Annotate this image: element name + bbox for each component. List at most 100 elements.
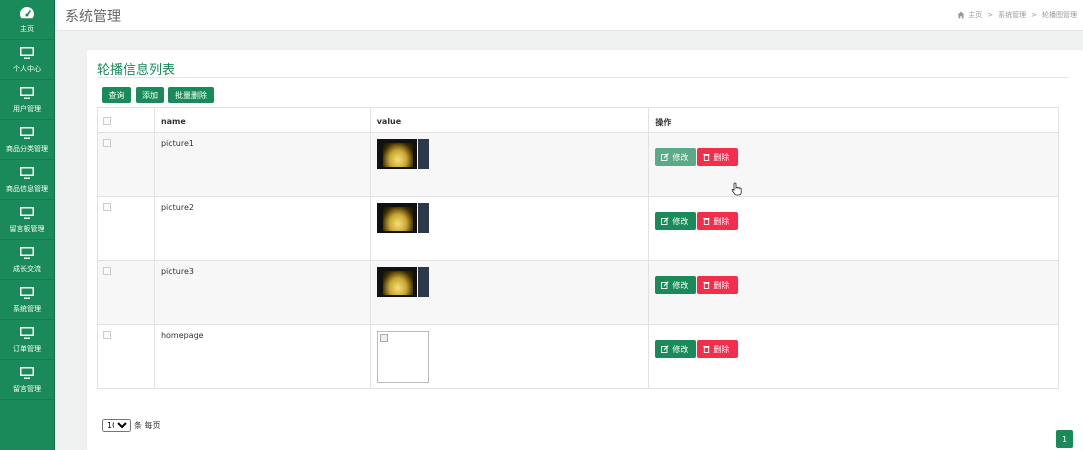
row-value	[369, 196, 650, 261]
edit-button[interactable]: 修改	[655, 276, 697, 294]
monitor-icon	[20, 327, 34, 339]
query-button[interactable]: 查询	[102, 87, 131, 103]
breadcrumb-home-link[interactable]: 主页	[968, 10, 982, 20]
monitor-icon	[20, 367, 34, 379]
row-actions: 修改 删除	[648, 196, 1059, 261]
row-name: homepage	[153, 324, 371, 389]
sidebar-item-home[interactable]: 主页	[0, 0, 54, 40]
table-row: picture3 修改 删除	[97, 260, 1059, 325]
sidebar-item-label: 商品分类管理	[6, 145, 48, 153]
sidebar-item-comment-management[interactable]: 留言管理	[0, 360, 54, 400]
sidebar-item-product-management[interactable]: 商品信息管理	[0, 160, 54, 200]
edit-label: 修改	[672, 280, 689, 290]
breadcrumb-separator: >	[1031, 11, 1037, 19]
table-header-row: name value 操作	[97, 107, 1059, 133]
delete-label: 删除	[713, 344, 730, 354]
sidebar-item-category-management[interactable]: 商品分类管理	[0, 120, 54, 160]
carousel-thumbnail	[376, 139, 429, 169]
row-name: picture1	[153, 132, 371, 197]
column-header-name: name	[153, 107, 371, 133]
row-checkbox-cell	[97, 324, 155, 389]
carousel-thumbnail	[376, 203, 429, 233]
dashboard-icon	[20, 7, 34, 19]
row-checkbox-cell	[97, 132, 155, 197]
sidebar-item-order-management[interactable]: 订单管理	[0, 320, 54, 360]
row-actions: 修改 删除	[648, 132, 1059, 197]
sidebar-item-message-board[interactable]: 留言板管理	[0, 200, 54, 240]
sidebar-item-system-management[interactable]: 系统管理	[0, 280, 54, 320]
column-header-value: value	[369, 107, 650, 133]
row-name: picture2	[153, 196, 371, 261]
sidebar-item-user-management[interactable]: 用户管理	[0, 80, 54, 120]
delete-button[interactable]: 删除	[697, 148, 739, 166]
row-actions: 修改 删除	[648, 260, 1059, 325]
edit-label: 修改	[672, 152, 689, 162]
delete-label: 删除	[713, 280, 730, 290]
row-checkbox-cell	[97, 260, 155, 325]
row-actions: 修改 删除	[648, 324, 1059, 389]
edit-button[interactable]: 修改	[655, 340, 697, 358]
header: 系统管理 主页 > 系统管理 > 轮播图管理	[55, 0, 1083, 31]
breadcrumb-separator: >	[987, 11, 994, 19]
row-checkbox[interactable]	[103, 139, 111, 147]
hand-cursor-icon	[731, 182, 742, 196]
row-checkbox-cell	[97, 196, 155, 261]
edit-label: 修改	[672, 216, 689, 226]
monitor-icon	[20, 167, 34, 179]
edit-icon	[661, 345, 670, 353]
select-all-checkbox[interactable]	[103, 117, 111, 125]
edit-icon	[661, 217, 670, 225]
sidebar-item-label: 留言管理	[13, 385, 41, 393]
monitor-icon	[20, 247, 34, 259]
delete-button[interactable]: 删除	[697, 276, 739, 294]
header-checkbox-cell	[97, 107, 155, 133]
breadcrumb-system-link[interactable]: 系统管理	[998, 10, 1026, 20]
sidebar-item-label: 个人中心	[13, 65, 41, 73]
monitor-icon	[20, 207, 34, 219]
edit-button[interactable]: 修改	[655, 212, 697, 230]
sidebar-item-label: 成长交流	[13, 265, 41, 273]
page-size-control: 10 条 每页	[102, 419, 161, 432]
page-title: 系统管理	[65, 9, 121, 25]
add-button[interactable]: 添加	[136, 87, 164, 103]
row-checkbox[interactable]	[103, 203, 111, 211]
edit-label: 修改	[672, 344, 689, 354]
sidebar-item-label: 系统管理	[13, 305, 41, 313]
row-checkbox[interactable]	[103, 267, 111, 275]
sidebar-item-label: 用户管理	[13, 105, 41, 113]
list-panel: 轮播信息列表 查询 添加 批量删除 name value 操作 picture1	[87, 50, 1083, 450]
pagination-page-1[interactable]: 1	[1056, 430, 1073, 448]
sidebar-item-label: 留言板管理	[9, 225, 45, 233]
sidebar-item-label: 订单管理	[13, 345, 41, 353]
carousel-thumbnail	[376, 267, 429, 297]
monitor-icon	[20, 47, 34, 59]
breadcrumb-current: 轮播图管理	[1042, 11, 1077, 19]
edit-button[interactable]: 修改	[655, 148, 697, 166]
delete-label: 删除	[713, 152, 730, 162]
row-value	[369, 324, 650, 389]
edit-icon	[661, 281, 670, 289]
delete-button[interactable]: 删除	[697, 212, 739, 230]
monitor-icon	[20, 87, 34, 99]
sidebar-item-growth-exchange[interactable]: 成长交流	[0, 240, 54, 280]
monitor-icon	[20, 287, 34, 299]
sidebar-item-label: 主页	[20, 25, 34, 33]
breadcrumb: 主页 > 系统管理 > 轮播图管理	[957, 10, 1077, 20]
monitor-icon	[20, 127, 34, 139]
broken-image-icon	[379, 334, 388, 342]
column-header-actions: 操作	[648, 107, 1059, 133]
delete-label: 删除	[713, 216, 730, 226]
delete-button[interactable]: 删除	[697, 340, 739, 358]
edit-icon	[661, 153, 670, 161]
sidebar: 主页 个人中心 用户管理 商品分类管理 商品信息管理 留言板管理 成长交流 系统…	[0, 0, 55, 450]
table-row: picture2 修改 删除	[97, 196, 1059, 261]
row-value	[369, 260, 650, 325]
page-size-select[interactable]: 10	[102, 419, 131, 432]
panel-divider	[97, 77, 1069, 78]
home-icon	[957, 11, 965, 19]
row-checkbox[interactable]	[103, 331, 111, 339]
batch-delete-button[interactable]: 批量删除	[168, 87, 214, 103]
sidebar-item-personal-center[interactable]: 个人中心	[0, 40, 54, 80]
trash-icon	[703, 346, 710, 353]
row-name: picture3	[153, 260, 371, 325]
